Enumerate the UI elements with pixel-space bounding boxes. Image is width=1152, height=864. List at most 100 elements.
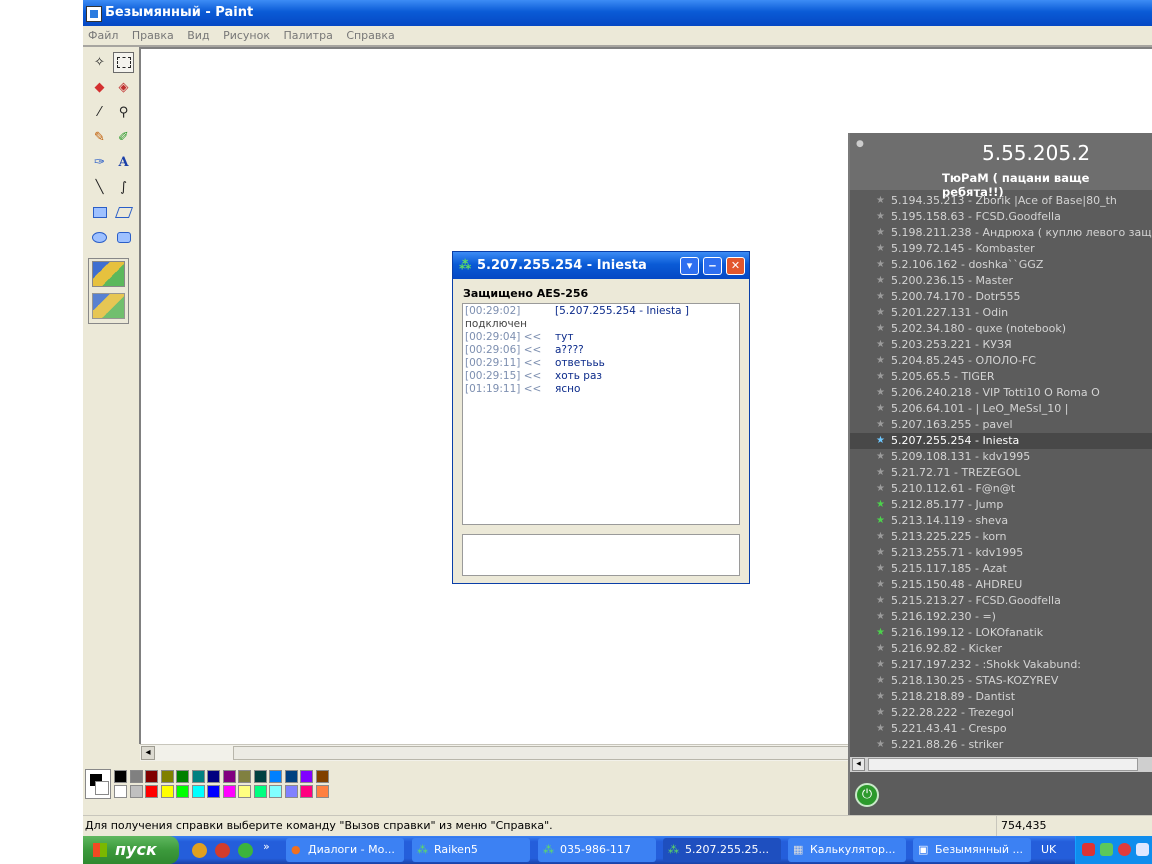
message-input[interactable] [462,534,740,576]
peer-item[interactable]: ★ 5.198.211.238 - Андрюха ( куплю левого … [850,225,1152,241]
palette-swatch[interactable] [114,785,127,798]
curve-icon[interactable]: ∫ [113,177,134,198]
speaker-icon[interactable] [1136,843,1149,856]
peer-item[interactable]: ★ 5.210.112.61 - F@n@t [850,481,1152,497]
scroll-left-icon[interactable]: ◂ [852,758,865,771]
peer-item[interactable]: ★ 5.216.92.82 - Kicker [850,641,1152,657]
peer-item[interactable]: ★ 5.217.197.232 - :Shokk Vakabund: [850,657,1152,673]
palette-swatch[interactable] [315,770,329,783]
palette-swatch[interactable] [145,770,158,783]
polygon-icon[interactable] [113,202,134,223]
scroll-thumb[interactable] [233,746,883,760]
palette-swatch[interactable] [222,785,236,798]
browser-icon[interactable] [215,843,230,858]
palette-swatch[interactable] [207,785,220,798]
peer-list-scrollbar[interactable]: ◂ [850,757,1152,772]
ellipse-icon[interactable] [89,227,110,248]
peer-item[interactable]: ★ 5.203.253.221 - КУЗЯ [850,337,1152,353]
fill-bucket-icon[interactable]: ◈ [113,77,134,98]
start-button[interactable]: пуск [83,836,179,864]
peer-item[interactable]: ★ 5.218.218.89 - Dantist [850,689,1152,705]
peer-item[interactable]: ★ 5.221.43.41 - Crespo [850,721,1152,737]
palette-swatch[interactable] [269,770,282,783]
palette-swatch[interactable] [129,785,143,798]
peer-item[interactable]: ★ 5.206.240.218 - VIP Totti10 O Roma O [850,385,1152,401]
line-icon[interactable]: ╲ [89,177,110,198]
task-paint[interactable]: ▣ Безымянный ... [913,838,1031,862]
peer-item[interactable]: ★ 5.212.85.177 - Jump [850,497,1152,513]
chat-log[interactable]: [00:29:02] [5.207.255.254 - Iniesta ] по… [462,303,740,525]
chevron-down-icon[interactable]: ▾ [680,257,699,275]
peer-item[interactable]: ★ 5.218.130.25 - STAS-KOZYREV [850,673,1152,689]
peer-item[interactable]: ★ 5.215.150.48 - AHDREU [850,577,1152,593]
palette-swatch[interactable] [176,785,189,798]
opaque-option-icon[interactable] [92,261,125,287]
menu-image[interactable]: Рисунок [223,29,270,42]
peer-item[interactable]: ★ 5.21.72.71 - TREZEGOL [850,465,1152,481]
palette-swatch[interactable] [238,785,251,798]
rect-select-icon[interactable] [113,52,134,73]
palette-swatch[interactable] [207,770,220,783]
eraser-icon[interactable]: ◆ [89,77,110,98]
palette-swatch[interactable] [222,770,236,783]
close-button[interactable]: ✕ [726,257,745,275]
paint-title-bar[interactable]: Безымянный - Paint [83,0,1152,26]
palette-swatch[interactable] [238,770,251,783]
peer-item[interactable]: ★ 5.205.65.5 - TIGER [850,369,1152,385]
rounded-rect-icon[interactable] [113,227,134,248]
palette-swatch[interactable] [253,785,267,798]
airbrush-icon[interactable]: ✑ [89,152,110,173]
task-chat[interactable]: ⁂ 5.207.255.25... [663,838,781,862]
peer-item[interactable]: ★ 5.200.74.170 - Dotr555 [850,289,1152,305]
power-button[interactable]: ⏻ [855,783,879,807]
peer-item[interactable]: ★ 5.215.213.27 - FCSD.Goodfella [850,593,1152,609]
peer-item[interactable]: ★ 5.195.158.63 - FCSD.Goodfella [850,209,1152,225]
transparent-option-icon[interactable] [92,293,125,319]
palette-swatch[interactable] [284,785,298,798]
peer-item[interactable]: ★ 5.204.85.245 - ОЛОЛО-FC [850,353,1152,369]
peer-item[interactable]: ★ 5.206.64.101 - | LeO_MeSsI_10 | [850,401,1152,417]
palette-swatch[interactable] [191,770,205,783]
menu-palette[interactable]: Палитра [283,29,332,42]
peers-launcher-icon[interactable] [238,843,253,858]
tray-alert-icon[interactable] [1118,843,1131,856]
brush-icon[interactable]: ✐ [113,127,134,148]
peer-item[interactable]: ★ 5.213.14.119 - sheva [850,513,1152,529]
menu-help[interactable]: Справка [346,29,394,42]
peer-item[interactable]: ★ 5.200.236.15 - Master [850,273,1152,289]
pencil-icon[interactable]: ✎ [89,127,110,148]
peer-item[interactable]: ★ 5.207.255.254 - Iniesta [850,433,1152,449]
peer-item[interactable]: ★ 5.216.192.230 - =) [850,609,1152,625]
peer-item[interactable]: ★ 5.2.106.162 - doshka``GGZ [850,257,1152,273]
language-indicator[interactable]: UK [1041,836,1061,864]
palette-swatch[interactable] [300,770,313,783]
palette-swatch[interactable] [160,770,174,783]
minimize-button[interactable]: ‒ [703,257,722,275]
peer-item[interactable]: ★ 5.216.199.12 - LOKOfanatik [850,625,1152,641]
palette-swatch[interactable] [145,785,158,798]
palette-swatch[interactable] [253,770,267,783]
peer-item[interactable]: ★ 5.194.35.213 - Zborik |Ace of Base|80_t… [850,193,1152,209]
palette-swatch[interactable] [315,785,329,798]
magnifier-icon[interactable]: ⚲ [113,102,134,123]
menu-edit[interactable]: Правка [132,29,174,42]
palette-swatch[interactable] [176,770,189,783]
peer-item[interactable]: ★ 5.199.72.145 - Kombaster [850,241,1152,257]
peer-item[interactable]: ★ 5.201.227.131 - Odin [850,305,1152,321]
palette-swatch[interactable] [269,785,282,798]
task-calculator[interactable]: ▦ Калькулятор... [788,838,906,862]
text-icon[interactable]: A [113,152,134,173]
color-picker-icon[interactable]: ⁄ [89,102,110,123]
peer-item[interactable]: ★ 5.221.88.26 - striker [850,737,1152,753]
peer-item[interactable]: ★ 5.213.225.225 - korn [850,529,1152,545]
peer-item[interactable]: ★ 5.209.108.131 - kdv1995 [850,449,1152,465]
task-dialogs[interactable]: ● Диалоги - Мо... [286,838,404,862]
more-quicklaunch-icon[interactable]: » [263,840,270,853]
peer-item[interactable]: ★ 5.207.163.255 - pavel [850,417,1152,433]
palette-swatch[interactable] [129,770,143,783]
pin-icon[interactable]: ● [856,139,864,149]
task-raiken[interactable]: ⁂ Raiken5 [412,838,530,862]
peer-item[interactable]: ★ 5.215.117.185 - Azat [850,561,1152,577]
palette-swatch[interactable] [160,785,174,798]
task-contact[interactable]: ⁂ 035-986-117 [538,838,656,862]
